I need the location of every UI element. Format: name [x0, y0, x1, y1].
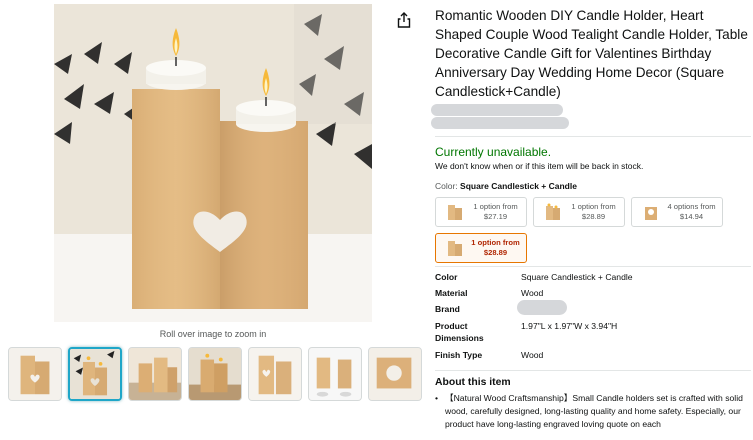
variant-thumb-icon: [546, 203, 560, 220]
product-title: Romantic Wooden DIY Candle Holder, Heart…: [435, 8, 748, 99]
variant-price: $28.89: [581, 212, 606, 221]
spec-dimensions-label: Product Dimensions: [435, 320, 484, 344]
thumbnail-3[interactable]: [128, 347, 182, 401]
color-selector-label: Color: Square Candlestick + Candle: [435, 181, 577, 191]
availability-note: We don't know when or if this item will …: [435, 161, 644, 171]
redacted-rating: [431, 117, 569, 129]
availability-status: Currently unavailable.: [435, 145, 552, 159]
spec-brand-label: Brand: [435, 304, 460, 314]
variant-line: 4 options from: [667, 202, 716, 211]
divider: [435, 370, 751, 371]
color-selected-value: Square Candlestick + Candle: [460, 181, 577, 191]
spec-finish-label: Finish Type: [435, 350, 483, 360]
variant-thumb-icon: [645, 207, 657, 220]
thumbnail-5[interactable]: [248, 347, 302, 401]
variant-thumb-icon: [448, 205, 462, 220]
variant-line: 1 option from: [571, 202, 616, 211]
variant-price: $27.19: [483, 212, 508, 221]
variant-line: 1 option from: [471, 238, 520, 247]
thumbnail-6[interactable]: [308, 347, 362, 401]
thumbnail-4[interactable]: [188, 347, 242, 401]
candle-holder-photo: [54, 4, 372, 322]
spec-material-value: Wood: [521, 288, 544, 298]
spec-dimensions-label-line1: Product: [435, 321, 468, 331]
variant-option-1[interactable]: 1 option from $27.19: [435, 197, 527, 227]
main-product-image[interactable]: [54, 4, 372, 322]
about-heading: About this item: [435, 377, 511, 388]
spec-dimensions-label-line2: Dimensions: [435, 333, 484, 343]
thumbnail-1[interactable]: [8, 347, 62, 401]
thumbnail-2[interactable]: [68, 347, 122, 401]
variant-thumb-icon: [448, 241, 462, 256]
zoom-hint: Roll over image to zoom in: [159, 329, 267, 339]
variant-price: $28.89: [483, 248, 508, 257]
divider: [435, 136, 751, 137]
variant-price: $14.94: [679, 212, 704, 221]
variant-option-2[interactable]: 1 option from $28.89: [533, 197, 625, 227]
spec-finish-value: Wood: [521, 350, 544, 360]
thumbnail-7[interactable]: [368, 347, 422, 401]
spec-color-value: Square Candlestick + Candle: [521, 272, 633, 282]
variant-option-4-selected[interactable]: 1 option from $28.89: [435, 233, 527, 263]
variant-line: 1 option from: [473, 202, 518, 211]
thumbnail-strip: [8, 347, 422, 401]
redacted-brand-value: [517, 300, 567, 315]
color-label: Color:: [435, 181, 461, 191]
about-bullet-1: 【Natural Wood Craftsmanship】Small Candle…: [434, 392, 750, 431]
spec-color-label: Color: [435, 272, 458, 282]
divider: [435, 266, 751, 267]
spec-material-label: Material: [435, 288, 468, 298]
redacted-brand-link: [431, 104, 563, 116]
variant-option-3[interactable]: 4 options from $14.94: [631, 197, 723, 227]
share-icon[interactable]: [397, 12, 411, 28]
spec-dimensions-value: 1.97"L x 1.97"W x 3.94"H: [521, 321, 618, 331]
